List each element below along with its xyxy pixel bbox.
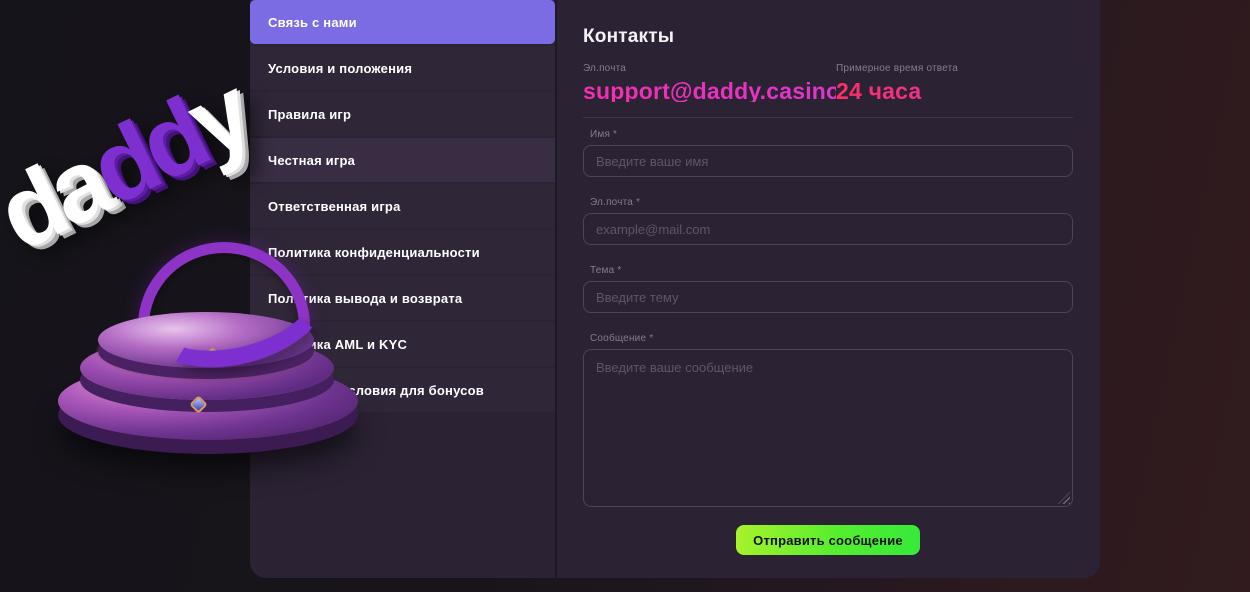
logo-letter: a (30, 126, 123, 248)
sidebar-item-terms-and-conditions[interactable]: Условия и положения (250, 46, 555, 90)
message-field-label: Сообщение * (590, 334, 1073, 344)
sidebar-item-bonus-terms[interactable]: Правила и условия для бонусов (250, 368, 555, 412)
sidebar-menu: Связь с нами Условия и положения Правила… (250, 0, 555, 414)
sidebar-item-withdrawal-refund-policy[interactable]: Политика вывода и возврата (250, 276, 555, 320)
sidebar-item-game-rules[interactable]: Правила игр (250, 92, 555, 136)
message-textarea-wrap (583, 349, 1073, 507)
podium-gem-icon (189, 395, 207, 413)
page-title: Контакты (583, 26, 1073, 48)
support-email-block: Эл.почта support@daddy.casino (583, 64, 836, 102)
send-message-button[interactable]: Отправить сообщение (736, 525, 920, 555)
response-time-block: Примерное время ответа 24 часа (836, 64, 1073, 102)
response-time-value: 24 часа (836, 80, 1073, 102)
contacts-section: Контакты Эл.почта support@daddy.casino П… (583, 0, 1073, 555)
content-panel: Связь с нами Условия и положения Правила… (250, 0, 1100, 578)
sidebar-item-responsible-gaming[interactable]: Ответственная игра (250, 184, 555, 228)
page-background: Связь с нами Условия и положения Правила… (0, 0, 1250, 592)
response-time-label: Примерное время ответа (836, 64, 1073, 74)
daddy-logo-text: daddy (0, 63, 261, 267)
subject-input[interactable] (583, 281, 1073, 313)
sidebar-item-privacy-policy[interactable]: Политика конфиденциальности (250, 230, 555, 274)
sidebar-main-divider (555, 0, 557, 578)
name-field-label: Имя * (590, 130, 1073, 140)
contact-info-row: Эл.почта support@daddy.casino Примерное … (583, 64, 1073, 102)
logo-letter: d (74, 103, 172, 227)
email-label: Эл.почта (583, 64, 836, 74)
logo-letter: d (0, 148, 79, 272)
sidebar-item-aml-kyc-policy[interactable]: Политика AML и KYC (250, 322, 555, 366)
email-field-label: Эл.почта * (590, 198, 1073, 208)
subject-field-label: Тема * (590, 266, 1073, 276)
contact-form: Имя * Эл.почта * Тема * Сообщение * Отпр… (583, 130, 1073, 555)
sidebar-item-contact-us[interactable]: Связь с нами (250, 0, 555, 44)
logo-letter: d (122, 79, 220, 203)
submit-button-row: Отправить сообщение (583, 525, 1073, 555)
support-email-value[interactable]: support@daddy.casino (583, 80, 836, 102)
name-input[interactable] (583, 145, 1073, 177)
sidebar-item-fair-play[interactable]: Честная игра (250, 138, 555, 182)
section-divider (583, 117, 1073, 118)
message-textarea[interactable] (583, 349, 1073, 507)
email-input[interactable] (583, 213, 1073, 245)
podium-gem-icon (202, 347, 223, 368)
